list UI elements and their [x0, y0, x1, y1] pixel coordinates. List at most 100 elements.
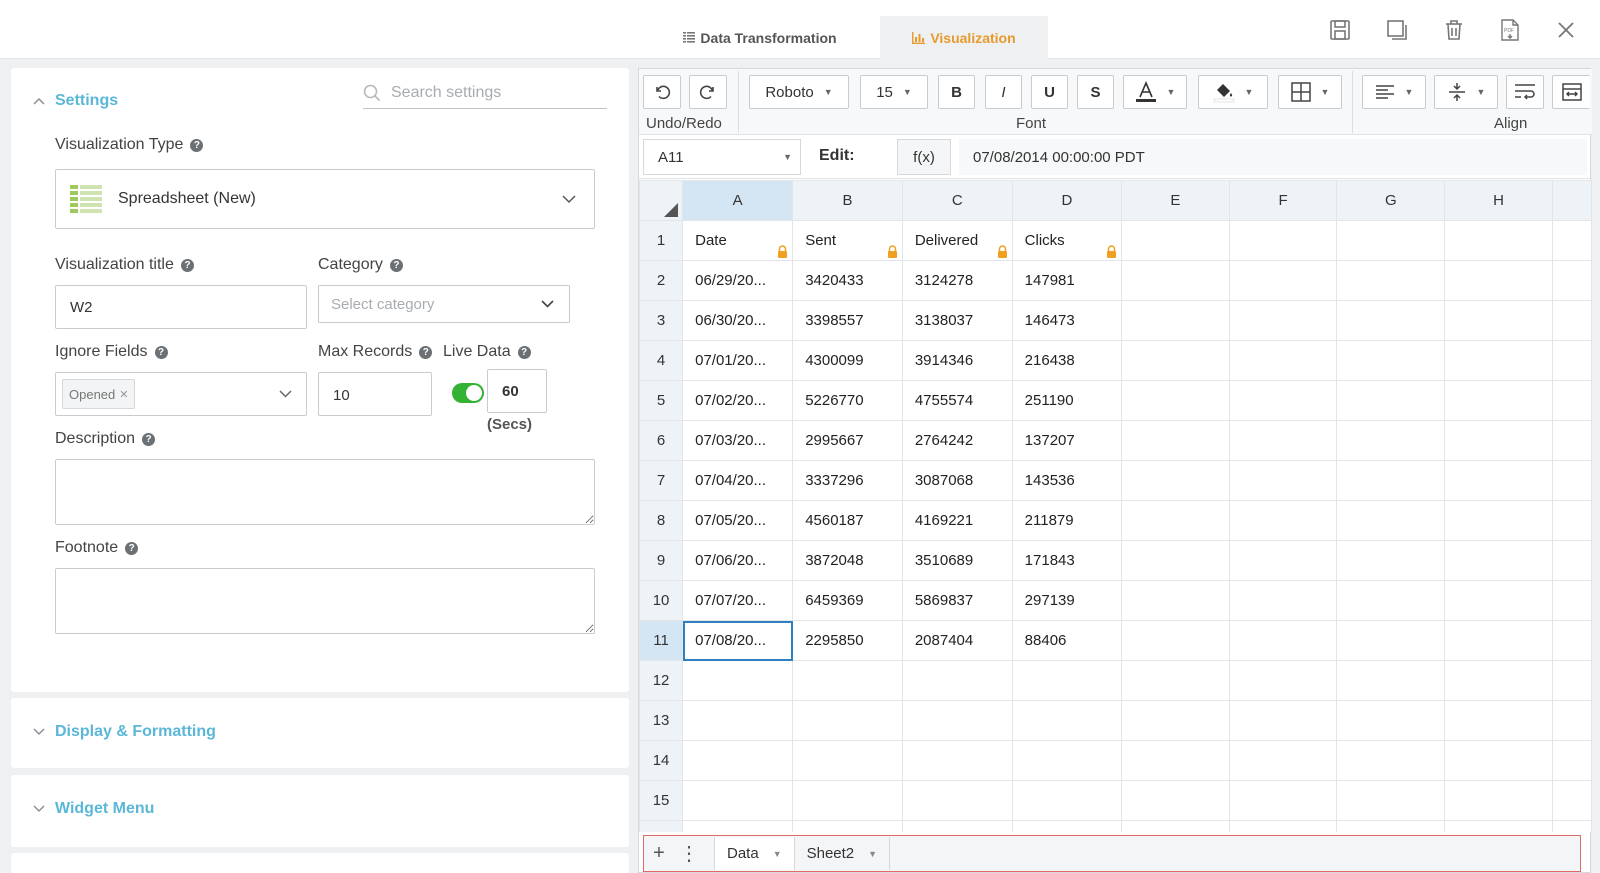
grid-cell[interactable] — [1336, 820, 1446, 832]
help-icon[interactable]: ? — [154, 345, 168, 359]
grid-cell[interactable] — [1444, 700, 1553, 741]
grid-cell[interactable] — [1121, 700, 1230, 741]
grid-cell[interactable] — [1121, 780, 1230, 821]
grid-cell[interactable] — [1121, 260, 1230, 301]
grid-cell[interactable] — [1444, 220, 1553, 261]
grid-cell[interactable] — [1121, 460, 1230, 501]
grid-cell[interactable] — [1336, 300, 1446, 341]
grid-cell[interactable] — [1228, 660, 1338, 701]
grid-cell[interactable]: 297139 — [1011, 580, 1123, 621]
font-family-select[interactable]: Roboto ▼ — [749, 75, 849, 109]
grid-cell[interactable] — [1444, 500, 1553, 541]
grid-cell[interactable]: 3124278 — [901, 260, 1013, 301]
category-select[interactable]: Select category — [318, 285, 570, 323]
grid-cell[interactable] — [1336, 620, 1446, 661]
grid-cell[interactable] — [1228, 820, 1338, 832]
underline-button[interactable]: U — [1031, 75, 1068, 109]
grid-cell[interactable] — [1121, 500, 1230, 541]
row-header[interactable]: 3 — [639, 300, 684, 341]
grid-cell[interactable]: 5226770 — [792, 380, 903, 421]
column-header[interactable]: F — [1228, 180, 1338, 221]
row-header[interactable]: 9 — [639, 540, 684, 581]
grid-cell[interactable]: 147981 — [1011, 260, 1123, 301]
row-header[interactable]: 12 — [639, 660, 684, 701]
grid-cell[interactable] — [1228, 540, 1338, 581]
sheet-menu-button[interactable]: ⋮ — [674, 839, 704, 869]
grid-cell[interactable]: 4300099 — [792, 340, 903, 381]
grid-cell[interactable]: 2995667 — [792, 420, 903, 461]
grid-cell[interactable] — [1336, 740, 1446, 781]
row-header[interactable]: 14 — [639, 740, 684, 781]
help-icon[interactable]: ? — [419, 345, 433, 359]
grid-cell[interactable]: Clicks — [1011, 220, 1123, 261]
row-header[interactable]: 5 — [639, 380, 684, 421]
trash-icon[interactable] — [1440, 16, 1468, 44]
add-sheet-button[interactable]: + — [644, 839, 674, 869]
grid-cell[interactable] — [1121, 580, 1230, 621]
grid-cell[interactable] — [1228, 300, 1338, 341]
grid-cell[interactable]: 2295850 — [792, 620, 903, 661]
duplicate-icon[interactable] — [1383, 16, 1411, 44]
grid-cell[interactable] — [1444, 460, 1553, 501]
row-header[interactable]: 6 — [639, 420, 684, 461]
help-icon[interactable]: ? — [190, 138, 204, 152]
text-color-button[interactable]: ▼ — [1123, 75, 1187, 109]
grid-cell[interactable]: 07/06/20... — [682, 540, 794, 581]
grid-cell[interactable] — [901, 700, 1013, 741]
save-icon[interactable] — [1326, 16, 1354, 44]
grid-cell[interactable] — [901, 820, 1013, 832]
grid-cell[interactable]: 3398557 — [792, 300, 903, 341]
grid-cell[interactable] — [1444, 260, 1553, 301]
grid-cell[interactable]: 07/01/20... — [682, 340, 794, 381]
grid-cell[interactable]: 3510689 — [901, 540, 1013, 581]
wrap-text-button[interactable] — [1506, 75, 1544, 109]
help-icon[interactable]: ? — [180, 258, 194, 272]
grid-cell[interactable] — [1228, 500, 1338, 541]
grid-cell[interactable] — [792, 660, 903, 701]
close-icon[interactable] — [1552, 16, 1580, 44]
grid-cell[interactable] — [1444, 580, 1553, 621]
ignore-fields-select[interactable]: Opened ✕ — [55, 372, 307, 416]
sheet-tab-data[interactable]: Data ▼ — [714, 837, 795, 870]
grid-cell[interactable] — [1011, 780, 1123, 821]
grid-cell[interactable] — [1228, 220, 1338, 261]
column-header[interactable]: C — [901, 180, 1013, 221]
tab-visualization[interactable]: Visualization — [880, 16, 1048, 59]
function-button[interactable]: f(x) — [897, 139, 951, 175]
grid-cell[interactable] — [1444, 660, 1553, 701]
grid-cell[interactable] — [1336, 780, 1446, 821]
grid-cell[interactable] — [1336, 580, 1446, 621]
redo-button[interactable] — [689, 75, 727, 109]
grid-cell[interactable] — [1336, 340, 1446, 381]
grid-cell[interactable]: 3872048 — [792, 540, 903, 581]
grid-cell[interactable] — [1228, 620, 1338, 661]
grid-cell[interactable] — [1011, 700, 1123, 741]
grid-cell[interactable]: 5869837 — [901, 580, 1013, 621]
settings-section-header[interactable]: Settings — [33, 92, 118, 110]
grid-cell[interactable]: 07/02/20... — [682, 380, 794, 421]
vertical-align-button[interactable]: ▼ — [1434, 75, 1498, 109]
grid-cell[interactable] — [1121, 340, 1230, 381]
grid-cell[interactable] — [792, 820, 903, 832]
grid-cell[interactable] — [1011, 820, 1123, 832]
grid-cell[interactable] — [1228, 780, 1338, 821]
grid-cell[interactable] — [1336, 380, 1446, 421]
grid-cell[interactable] — [1444, 820, 1553, 832]
grid-cell[interactable] — [1336, 420, 1446, 461]
viz-title-input[interactable]: W2 — [55, 285, 307, 329]
grid-cell[interactable]: 2764242 — [901, 420, 1013, 461]
grid-cell[interactable] — [1228, 340, 1338, 381]
grid-cell[interactable]: Sent — [792, 220, 903, 261]
grid-cell[interactable] — [1336, 660, 1446, 701]
row-header[interactable]: 2 — [639, 260, 684, 301]
grid-cell[interactable]: 146473 — [1011, 300, 1123, 341]
grid-cell[interactable] — [1228, 580, 1338, 621]
grid-cell[interactable] — [1444, 740, 1553, 781]
column-header[interactable]: H — [1444, 180, 1553, 221]
italic-button[interactable]: I — [985, 75, 1022, 109]
grid-cell[interactable]: Date — [682, 220, 794, 261]
grid-cell[interactable]: 4560187 — [792, 500, 903, 541]
grid-cell[interactable] — [1228, 460, 1338, 501]
grid-cell[interactable] — [1336, 460, 1446, 501]
grid-cell[interactable]: 07/03/20... — [682, 420, 794, 461]
